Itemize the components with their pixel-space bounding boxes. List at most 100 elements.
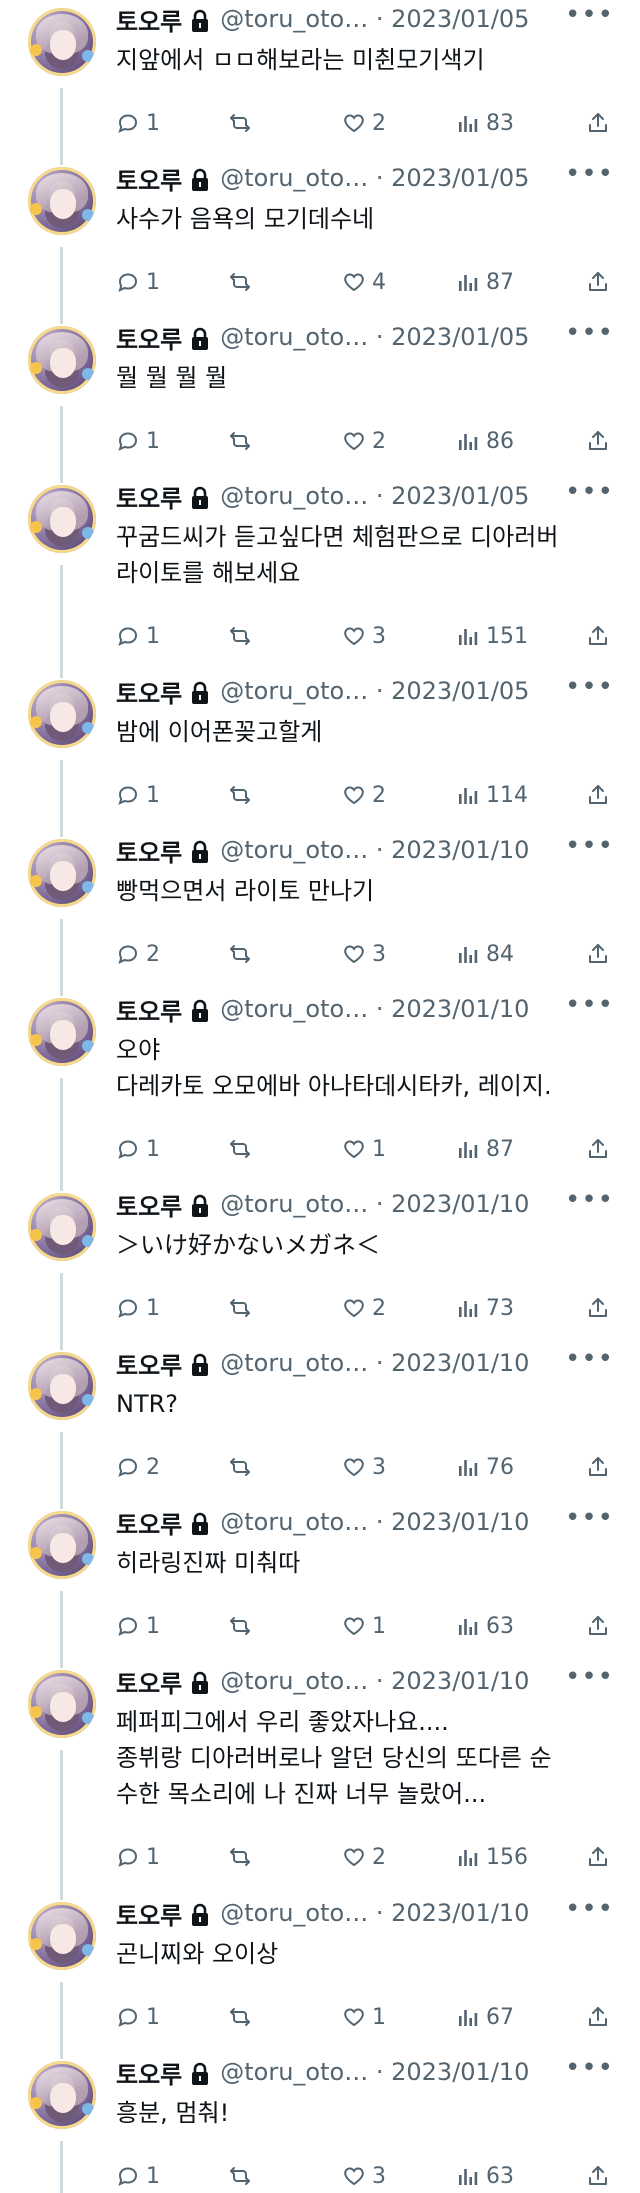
author-handle[interactable]: @toru_oto…: [220, 995, 368, 1023]
author-name[interactable]: 토오루: [116, 161, 182, 196]
share-button[interactable]: [586, 624, 610, 648]
retweet-button[interactable]: [228, 2005, 252, 2029]
views-button[interactable]: 73: [456, 1296, 514, 1321]
like-button[interactable]: 2: [342, 111, 386, 136]
more-icon[interactable]: •••: [565, 1344, 614, 1374]
author-name[interactable]: 토오루: [116, 833, 182, 868]
reply-button[interactable]: 1: [116, 111, 160, 136]
tweet[interactable]: 토오루 @toru_oto… · 2023/01/05 ••• 사수가 음욕의 …: [0, 159, 640, 324]
tweet[interactable]: 토오루 @toru_oto… · 2023/01/05 ••• 뭘 뭘 뭘 뭘 …: [0, 318, 640, 483]
reply-button[interactable]: 1: [116, 1296, 160, 1321]
views-button[interactable]: 76: [456, 1455, 514, 1480]
retweet-button[interactable]: [228, 429, 252, 453]
author-handle[interactable]: @toru_oto…: [220, 482, 368, 510]
more-icon[interactable]: •••: [565, 477, 614, 507]
tweet-date[interactable]: 2023/01/10: [391, 1508, 529, 1536]
retweet-button[interactable]: [228, 1296, 252, 1320]
like-button[interactable]: 3: [342, 2164, 386, 2189]
avatar[interactable]: [28, 2061, 96, 2129]
views-button[interactable]: 156: [456, 1845, 528, 1870]
share-button[interactable]: [586, 429, 610, 453]
tweet-date[interactable]: 2023/01/10: [391, 1190, 529, 1218]
views-button[interactable]: 84: [456, 942, 514, 967]
author-handle[interactable]: @toru_oto…: [220, 677, 368, 705]
author-handle[interactable]: @toru_oto…: [220, 1667, 368, 1695]
author-handle[interactable]: @toru_oto…: [220, 1190, 368, 1218]
author-name[interactable]: 토오루: [116, 320, 182, 355]
reply-button[interactable]: 1: [116, 1137, 160, 1162]
share-button[interactable]: [586, 2005, 610, 2029]
tweet-date[interactable]: 2023/01/05: [391, 5, 529, 33]
like-button[interactable]: 1: [342, 1137, 386, 1162]
views-button[interactable]: 67: [456, 2005, 514, 2030]
tweet-date[interactable]: 2023/01/10: [391, 836, 529, 864]
avatar[interactable]: [28, 1193, 96, 1261]
reply-button[interactable]: 2: [116, 942, 160, 967]
retweet-button[interactable]: [228, 111, 252, 135]
avatar[interactable]: [28, 167, 96, 235]
like-button[interactable]: 3: [342, 1455, 386, 1480]
avatar[interactable]: [28, 1670, 96, 1738]
retweet-button[interactable]: [228, 270, 252, 294]
retweet-button[interactable]: [228, 942, 252, 966]
share-button[interactable]: [586, 1455, 610, 1479]
author-handle[interactable]: @toru_oto…: [220, 323, 368, 351]
like-button[interactable]: 2: [342, 1845, 386, 1870]
like-button[interactable]: 3: [342, 624, 386, 649]
retweet-button[interactable]: [228, 1614, 252, 1638]
tweet[interactable]: 토오루 @toru_oto… · 2023/01/10 ••• 흥분, 멈춰! …: [0, 2053, 640, 2193]
tweet[interactable]: 토오루 @toru_oto… · 2023/01/10 ••• 페퍼피그에서 우…: [0, 1662, 640, 1900]
reply-button[interactable]: 1: [116, 270, 160, 295]
tweet[interactable]: 토오루 @toru_oto… · 2023/01/05 ••• 꾸굼드씨가 듣고…: [0, 477, 640, 678]
more-icon[interactable]: •••: [565, 672, 614, 702]
author-handle[interactable]: @toru_oto…: [220, 836, 368, 864]
more-icon[interactable]: •••: [565, 2053, 614, 2083]
share-button[interactable]: [586, 2164, 610, 2188]
tweet-date[interactable]: 2023/01/05: [391, 482, 529, 510]
tweet-date[interactable]: 2023/01/05: [391, 164, 529, 192]
reply-button[interactable]: 1: [116, 783, 160, 808]
like-button[interactable]: 1: [342, 1614, 386, 1639]
author-name[interactable]: 토오루: [116, 1896, 182, 1931]
tweet-date[interactable]: 2023/01/10: [391, 1899, 529, 1927]
more-icon[interactable]: •••: [565, 1185, 614, 1215]
author-handle[interactable]: @toru_oto…: [220, 1899, 368, 1927]
tweet[interactable]: 토오루 @toru_oto… · 2023/01/10 ••• NTR? 2 3…: [0, 1344, 640, 1509]
author-name[interactable]: 토오루: [116, 479, 182, 514]
author-name[interactable]: 토오루: [116, 2055, 182, 2090]
more-icon[interactable]: •••: [565, 990, 614, 1020]
author-handle[interactable]: @toru_oto…: [220, 2058, 368, 2086]
tweet-date[interactable]: 2023/01/10: [391, 995, 529, 1023]
more-icon[interactable]: •••: [565, 1894, 614, 1924]
reply-button[interactable]: 1: [116, 429, 160, 454]
views-button[interactable]: 151: [456, 624, 528, 649]
like-button[interactable]: 2: [342, 783, 386, 808]
reply-button[interactable]: 1: [116, 1614, 160, 1639]
more-icon[interactable]: •••: [565, 831, 614, 861]
avatar[interactable]: [28, 1511, 96, 1579]
more-icon[interactable]: •••: [565, 318, 614, 348]
avatar[interactable]: [28, 998, 96, 1066]
author-name[interactable]: 토오루: [116, 992, 182, 1027]
share-button[interactable]: [586, 942, 610, 966]
tweet[interactable]: 토오루 @toru_oto… · 2023/01/10 ••• ＞いけ好かないメ…: [0, 1185, 640, 1350]
like-button[interactable]: 2: [342, 429, 386, 454]
reply-button[interactable]: 1: [116, 2005, 160, 2030]
tweet-date[interactable]: 2023/01/10: [391, 2058, 529, 2086]
author-name[interactable]: 토오루: [116, 1187, 182, 1222]
retweet-button[interactable]: [228, 2164, 252, 2188]
share-button[interactable]: [586, 1614, 610, 1638]
author-name[interactable]: 토오루: [116, 1346, 182, 1381]
views-button[interactable]: 83: [456, 111, 514, 136]
avatar[interactable]: [28, 680, 96, 748]
author-name[interactable]: 토오루: [116, 1505, 182, 1540]
tweet[interactable]: 토오루 @toru_oto… · 2023/01/10 ••• 히라링진짜 미춰…: [0, 1503, 640, 1668]
like-button[interactable]: 2: [342, 1296, 386, 1321]
tweet[interactable]: 토오루 @toru_oto… · 2023/01/10 ••• 빵먹으면서 라이…: [0, 831, 640, 996]
tweet[interactable]: 토오루 @toru_oto… · 2023/01/10 ••• 곤니찌와 오이상…: [0, 1894, 640, 2059]
retweet-button[interactable]: [228, 1137, 252, 1161]
more-icon[interactable]: •••: [565, 1662, 614, 1692]
author-name[interactable]: 토오루: [116, 2, 182, 37]
retweet-button[interactable]: [228, 624, 252, 648]
reply-button[interactable]: 2: [116, 1455, 160, 1480]
